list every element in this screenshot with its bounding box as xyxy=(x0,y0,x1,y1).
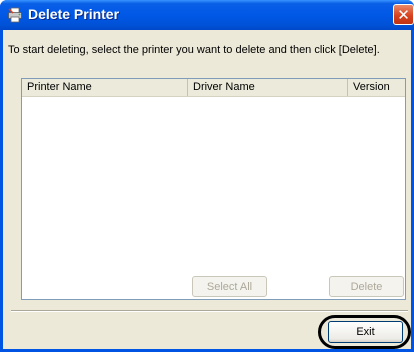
column-header-version[interactable]: Version xyxy=(348,79,405,96)
printer-icon xyxy=(8,7,22,23)
title-bar[interactable]: Delete Printer ✕ xyxy=(0,0,414,30)
dialog-client-area: To start deleting, select the printer yo… xyxy=(3,30,411,349)
list-header: Printer Name Driver Name Version xyxy=(22,79,405,97)
delete-printer-dialog: Delete Printer ✕ To start deleting, sele… xyxy=(0,0,414,352)
list-body[interactable] xyxy=(22,97,405,299)
window-title: Delete Printer xyxy=(28,6,120,22)
close-icon: ✕ xyxy=(397,5,410,24)
delete-button[interactable]: Delete xyxy=(329,276,404,297)
column-header-driver-name[interactable]: Driver Name xyxy=(188,79,348,96)
separator xyxy=(11,310,408,312)
column-header-printer-name[interactable]: Printer Name xyxy=(22,79,188,96)
close-button[interactable]: ✕ xyxy=(393,4,414,25)
select-all-button[interactable]: Select All xyxy=(192,276,267,297)
exit-button[interactable]: Exit xyxy=(328,321,403,343)
instruction-text: To start deleting, select the printer yo… xyxy=(8,44,380,56)
printer-list[interactable]: Printer Name Driver Name Version xyxy=(21,78,406,300)
